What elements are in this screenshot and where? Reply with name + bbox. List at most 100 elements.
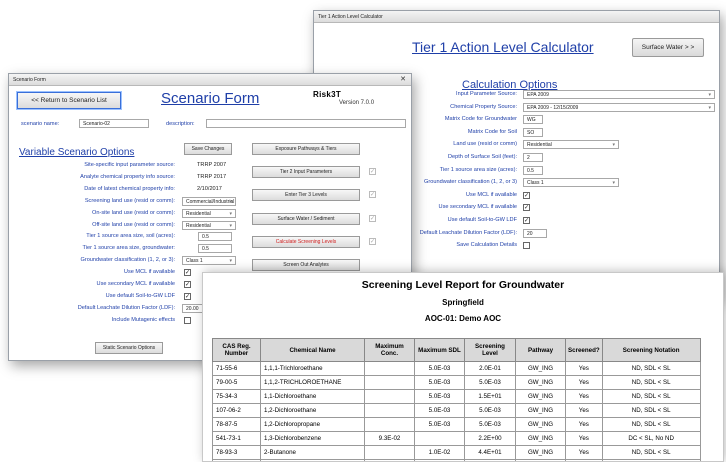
scenario-field-select[interactable]: Residential ▾ xyxy=(182,220,236,230)
tier1-field-input[interactable]: SO xyxy=(523,127,543,137)
tier1-field-checkbox[interactable]: ✓ xyxy=(523,217,530,224)
description-input[interactable] xyxy=(206,119,406,128)
chevron-down-icon: ▾ xyxy=(229,222,232,229)
scenario-name-input[interactable]: Scenario-02 xyxy=(79,119,149,128)
table-cell: 5.0E-03 xyxy=(414,403,465,418)
tier1-field-select[interactable]: EPA 2009 ▾ xyxy=(523,90,715,99)
table-cell: Yes xyxy=(565,361,603,376)
variable-scenario-options-title: Variable Scenario Options xyxy=(19,147,135,158)
side-button[interactable]: Surface Water / Sediment xyxy=(252,212,360,225)
table-cell: GW_ING xyxy=(515,361,566,376)
table-cell: 1,2-Dichloroethane xyxy=(260,403,365,418)
table-cell xyxy=(364,375,415,390)
chevron-down-icon: ▾ xyxy=(612,180,615,187)
table-cell: 5.0E-03 xyxy=(464,403,516,418)
scenario-window-title: Scenario Form xyxy=(13,77,46,83)
table-header: CAS Reg. Number Chemical Name Maximum Conc… xyxy=(212,338,701,362)
scenario-field-value: 20.00 xyxy=(186,305,199,312)
scenario-field-checkbox[interactable]: ✓ xyxy=(184,281,191,288)
table-cell: Yes xyxy=(565,403,603,418)
side-button-check-icon: ✓ xyxy=(369,214,376,222)
tier1-field-value: Residential xyxy=(527,142,552,149)
scenario-field-checkbox[interactable]: ✓ xyxy=(184,292,191,300)
tier1-field-select[interactable]: EPA 2009 - 12/15/2009 ▾ xyxy=(523,102,715,112)
table-cell: DC < SL, No ND xyxy=(601,431,701,446)
tier1-field-input[interactable]: 20 xyxy=(523,228,547,238)
return-to-scenario-list-button[interactable]: << Return to Scenario List xyxy=(17,92,121,109)
tier1-titlebar[interactable]: Tier 1 Action Level Calculator xyxy=(314,11,719,23)
side-button[interactable]: Enter Tier 3 Levels xyxy=(252,189,360,202)
scenario-field-checkbox[interactable] xyxy=(184,316,191,324)
tier1-field-input[interactable]: 2 xyxy=(523,153,543,162)
table-cell: GW_ING xyxy=(515,375,566,390)
table-cell: 1,3-Dichlorobenzene xyxy=(260,431,365,446)
table-cell: 71-55-6 xyxy=(212,361,261,376)
scenario-titlebar[interactable]: Scenario Form ✕ xyxy=(9,74,411,86)
tier1-field-value: EPA 2009 xyxy=(527,92,549,98)
scenario-field-select[interactable]: Class 1 ▾ xyxy=(182,256,236,266)
scenario-field-select[interactable]: Residential ▾ xyxy=(182,208,236,218)
version-label: Version 7.0.0 xyxy=(339,100,375,106)
table-cell: 541-73-1 xyxy=(212,431,261,446)
report-site: Springfield xyxy=(442,298,484,307)
tier1-field-label: Default Leachate Dilution Factor (LDF): xyxy=(419,229,517,236)
chevron-down-icon: ▾ xyxy=(708,92,711,98)
table-cell: GW_ING xyxy=(515,445,566,460)
close-icon[interactable]: ✕ xyxy=(400,74,406,86)
table-cell: 1.0E-02 xyxy=(414,445,465,460)
side-button-check-icon: ✓ xyxy=(369,237,376,245)
description-label: description: xyxy=(166,121,195,127)
scenario-field-label: Default Leachate Dilution Factor (LDF): xyxy=(77,304,175,311)
side-button[interactable]: Calculate Screening Levels xyxy=(252,235,360,248)
scenario-field-input[interactable]: 20.00 xyxy=(182,303,204,313)
table-cell: 2.2E+00 xyxy=(464,431,516,446)
tier1-field-input[interactable]: 0.5 xyxy=(523,165,543,175)
table-cell: Yes xyxy=(565,431,603,446)
table-cell xyxy=(364,417,415,432)
tier1-field-label: Land use (resid or comm) xyxy=(453,141,517,148)
tier1-title: Tier 1 Action Level Calculator xyxy=(412,39,594,55)
table-row: 107-06-2 1,2-Dichloroethane 5.0E-03 5.0E-03… xyxy=(212,403,701,418)
table-cell: 78-93-3 xyxy=(212,445,261,460)
scenario-form-title: Scenario Form xyxy=(161,90,260,107)
scenario-field-label: Use MCL if available xyxy=(123,269,175,276)
column-header: Chemical Name xyxy=(260,338,365,362)
side-button[interactable]: Tier 2 Input Parameters xyxy=(252,166,360,179)
column-header: Screening Level xyxy=(464,338,516,362)
table-cell: Yes xyxy=(565,389,603,404)
scenario-field-input[interactable]: 0.5 xyxy=(198,232,232,242)
scenario-name-label: scenario name: xyxy=(21,121,60,127)
scenario-field-select[interactable]: Commercial/Industrial ▾ xyxy=(182,196,236,206)
tier1-field-checkbox[interactable]: ✓ xyxy=(523,191,530,199)
scenario-field-value: 2/10/2017 xyxy=(197,185,222,192)
scenario-field-label: Analyte chemical property info source: xyxy=(80,173,175,180)
side-button[interactable]: Exposure Pathways & Tiers xyxy=(252,143,360,155)
scenario-field-value: Commercial/Industrial xyxy=(186,198,235,205)
table-cell: Yes xyxy=(565,445,603,460)
tier1-field-value: Class 1 xyxy=(527,180,544,187)
table-cell: 79-00-5 xyxy=(212,375,261,390)
chevron-down-icon: ▾ xyxy=(229,210,232,217)
static-scenario-options-button[interactable]: Static Scenario Options xyxy=(95,342,163,354)
tier1-field-select[interactable]: Class 1 ▾ xyxy=(523,178,619,188)
tier1-field-checkbox[interactable]: ✓ xyxy=(523,204,530,212)
table-cell: GW_ING xyxy=(515,417,566,432)
table-cell xyxy=(364,361,415,376)
scenario-field-label: Off-site land use (resid or comm): xyxy=(92,221,175,228)
scenario-field-input[interactable]: 0.5 xyxy=(198,244,232,254)
table-cell: 1.5E+01 xyxy=(464,389,516,404)
chevron-down-icon: ▾ xyxy=(708,104,711,111)
scenario-field-checkbox[interactable]: ✓ xyxy=(184,269,191,277)
scenario-field-label: On-site land use (resid or comm): xyxy=(92,209,175,216)
table-cell xyxy=(364,389,415,404)
tier1-field-select[interactable]: Residential ▾ xyxy=(523,140,619,150)
table-cell: 5.0E-03 xyxy=(414,375,465,390)
tier1-field-input[interactable]: WG xyxy=(523,115,543,125)
table-cell: 78-87-5 xyxy=(212,417,261,432)
save-changes-button[interactable]: Save Changes xyxy=(184,143,232,155)
scenario-field-label: Screening land use (resid or comm): xyxy=(84,197,175,204)
tier1-field-checkbox[interactable] xyxy=(523,242,530,250)
chevron-down-icon: ▾ xyxy=(612,142,615,149)
surface-water-button[interactable]: Surface Water > > xyxy=(632,38,704,57)
side-button[interactable]: Screen Out Analytes xyxy=(252,259,360,271)
